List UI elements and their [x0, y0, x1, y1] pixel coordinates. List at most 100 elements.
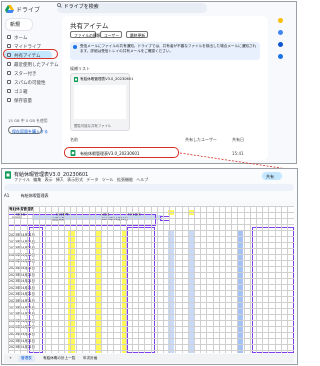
- gridline-col: [287, 206, 288, 353]
- gridline-col: [169, 206, 171, 353]
- filter-modified[interactable]: 最終更新: [126, 31, 148, 38]
- gridline-col: [88, 206, 90, 353]
- file-row-name[interactable]: 有給休暇管理表V3.0_20230601: [80, 151, 139, 157]
- formula-bar[interactable]: A1 有給休暇管理表: [4, 193, 294, 199]
- keep-icon[interactable]: [277, 30, 283, 35]
- menu-data[interactable]: データ: [86, 177, 98, 182]
- gridline-col: [206, 206, 208, 353]
- drive-logo-icon: [5, 5, 14, 13]
- new-button[interactable]: 新規: [6, 19, 32, 30]
- filter-user[interactable]: ユーザー: [100, 31, 122, 38]
- gridline-col: [225, 206, 226, 353]
- nav-item-starred[interactable]: スター付き: [4, 69, 52, 77]
- highlight-shared: [3, 49, 58, 59]
- menu-format[interactable]: 表示形式: [67, 177, 83, 182]
- gridline-col: [163, 206, 164, 353]
- gridline-col: [175, 206, 177, 353]
- menu-insert[interactable]: 挿入: [56, 177, 64, 182]
- gridline-col: [218, 206, 220, 353]
- gridline-col: [150, 206, 152, 353]
- gridline-col: [249, 206, 251, 353]
- nav-label: ゴミ箱: [14, 89, 28, 95]
- gridline-col: [8, 206, 9, 353]
- spam-icon: [7, 80, 11, 84]
- tab-management[interactable]: 管理表: [18, 355, 35, 362]
- sheets-logo-icon: [5, 171, 11, 179]
- nav-label: スパムの可能性: [14, 80, 46, 86]
- filter-label: ユーザー: [104, 33, 120, 38]
- gridline-col: [138, 206, 140, 353]
- nav-item-trash[interactable]: ゴミ箱: [4, 87, 52, 95]
- gridline-col: [57, 206, 59, 353]
- gridline-col: [132, 206, 133, 353]
- menu-view[interactable]: 表示: [45, 177, 53, 182]
- calendar-icon[interactable]: [277, 18, 283, 23]
- gridline-col: [237, 206, 239, 353]
- nav-label: スター付き: [14, 71, 37, 77]
- info-notice: 受信メールにファイルの共有通知。ドライブでは、共有者が不審なファイルを検出した場…: [70, 42, 260, 60]
- add-sheet-icon[interactable]: +: [6, 355, 15, 362]
- menu-file[interactable]: ファイル: [14, 177, 30, 182]
- app-name: ドライブ: [16, 7, 41, 14]
- search-bar[interactable]: ドライブを検索: [57, 3, 207, 13]
- gridline-col: [268, 206, 270, 353]
- column-shared-by[interactable]: 共有したユーザー: [185, 137, 217, 143]
- gridline-col: [280, 206, 282, 353]
- filter-file-type[interactable]: ファイルの種類: [70, 31, 101, 38]
- spreadsheet-grid[interactable]: 有給休暇管理表 社員名 社員番号 入社日 付与日数 00001 山田太郎 201…: [4, 201, 294, 353]
- suggested-file-card[interactable]: 有給休暇管理表V3.0_20230601 閲覧可能な共有ファイル: [70, 73, 134, 131]
- cell-reference: A1: [4, 193, 10, 198]
- gridline-col: [101, 206, 102, 353]
- buy-storage-label: 保存容量を購入する: [12, 128, 48, 134]
- trash-icon: [7, 89, 11, 93]
- gridline-col: [144, 206, 146, 353]
- gridline-col: [256, 206, 257, 353]
- tab-leave-list[interactable]: 有給休暇の計上一覧: [40, 355, 78, 362]
- drive-icon: [7, 44, 11, 48]
- gridline-col: [262, 206, 264, 353]
- nav-item-home[interactable]: ホーム: [4, 33, 52, 41]
- gridline-col: [107, 206, 109, 353]
- gridline-col: [187, 206, 189, 353]
- tasks-icon[interactable]: [277, 42, 283, 47]
- gridline-col: [231, 206, 233, 353]
- gridline-col: [212, 206, 214, 353]
- suggested-file-name: 有給休暇管理表V3.0_20230601: [80, 77, 134, 81]
- share-button[interactable]: 共有: [262, 172, 282, 180]
- menu-tools[interactable]: ツール: [102, 177, 114, 182]
- home-icon: [7, 35, 11, 39]
- nav-item-spam[interactable]: スパムの可能性: [4, 78, 52, 86]
- column-name[interactable]: 名前: [70, 137, 78, 143]
- menu-edit[interactable]: 編集: [33, 177, 41, 182]
- gridline-col: [125, 206, 127, 353]
- gridline-col: [63, 206, 65, 353]
- gridline-col: [70, 206, 71, 353]
- toolbar[interactable]: [4, 184, 294, 191]
- contacts-icon[interactable]: [277, 54, 283, 59]
- nav-item-storage[interactable]: 保存容量: [4, 96, 52, 104]
- gridline-col: [243, 206, 245, 353]
- gridline-col: [45, 206, 47, 353]
- gridline-col: [113, 206, 115, 353]
- formula-content: 有給休暇管理表: [20, 193, 49, 198]
- share-label: 共有: [266, 173, 274, 179]
- gridline-col: [39, 206, 40, 353]
- gridline-col: [94, 206, 96, 353]
- tab-annual-plan[interactable]: 年次計画: [80, 355, 100, 362]
- page-title: 共有アイテム: [70, 22, 109, 30]
- info-icon: [73, 45, 77, 49]
- menu-bar: ファイル 編集 表示 挿入 表示形式 データ ツール 拡張機能 ヘルプ: [14, 177, 148, 183]
- menu-extensions[interactable]: 拡張機能: [117, 177, 133, 182]
- nav-item-recent[interactable]: 最近使用したアイテム: [4, 60, 59, 68]
- suggested-label: 候補リスト: [70, 66, 90, 71]
- column-date[interactable]: 共有日: [232, 137, 244, 143]
- sheets-file-icon: [74, 76, 78, 82]
- menu-help[interactable]: ヘルプ: [136, 177, 148, 182]
- buy-storage-button[interactable]: 保存容量を購入する: [8, 126, 48, 134]
- gridline-col: [156, 206, 158, 353]
- search-placeholder: ドライブを検索: [63, 4, 99, 10]
- gridline-col: [20, 206, 22, 353]
- nav-label: 最近使用したアイテム: [14, 62, 59, 68]
- gridline-col: [51, 206, 53, 353]
- file-thumbnail: [74, 85, 126, 119]
